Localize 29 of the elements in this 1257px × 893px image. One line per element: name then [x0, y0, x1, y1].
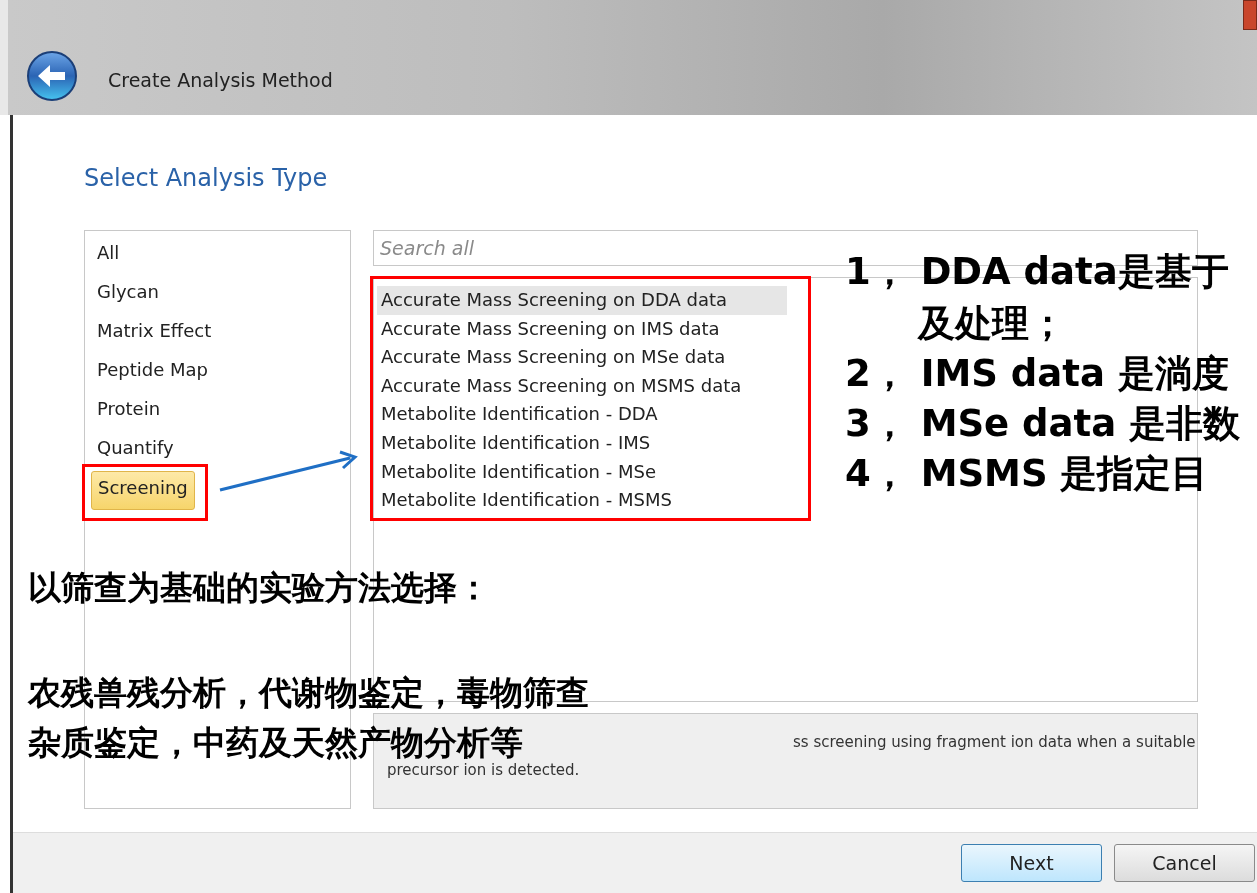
annotation-text: 3， MSe data 是非数 [845, 401, 1241, 447]
description-text: precursor ion is detected. [387, 760, 580, 781]
category-item[interactable]: Quantify [91, 432, 180, 471]
annotation-text: 2， IMS data 是淌度 [845, 351, 1229, 397]
method-item[interactable]: Accurate Mass Screening on IMS data [377, 314, 724, 344]
method-item[interactable]: Accurate Mass Screening on DDA data [377, 286, 788, 315]
category-item[interactable]: All [91, 237, 126, 276]
category-item[interactable]: Matrix Effect [91, 315, 218, 354]
annotation-text: 及处理； [918, 301, 1066, 347]
window-title: Create Analysis Method [108, 67, 333, 93]
category-item[interactable]: Protein [91, 393, 167, 432]
method-item[interactable]: Accurate Mass Screening on MSe data [377, 343, 730, 372]
next-button[interactable]: Next [961, 844, 1102, 882]
back-icon[interactable] [26, 50, 78, 102]
section-heading: Select Analysis Type [84, 163, 329, 194]
annotation-text: 4， MSMS 是指定目 [845, 451, 1209, 497]
annotation-text: 农残兽残分析，代谢物鉴定，毒物筛查 [28, 672, 589, 714]
category-item[interactable]: Peptide Map [91, 354, 214, 393]
category-item[interactable]: Screening [91, 471, 195, 510]
method-item[interactable]: Metabolite Identification - IMS [377, 428, 655, 458]
annotation-text: 以筛查为基础的实验方法选择： [28, 567, 490, 609]
annotation-text: 杂质鉴定，中药及天然产物分析等 [28, 722, 523, 763]
method-item[interactable]: Metabolite Identification - MSMS [377, 486, 676, 515]
category-item[interactable]: Glycan [91, 276, 165, 315]
cancel-button[interactable]: Cancel [1114, 844, 1255, 882]
method-item[interactable]: Accurate Mass Screening on MSMS data [377, 371, 746, 401]
description-text: ss screening using fragment ion data when a suitable [793, 732, 1196, 753]
method-item[interactable]: Metabolite Identification - MSe [377, 457, 660, 487]
method-item[interactable]: Metabolite Identification - DDA [377, 400, 662, 429]
